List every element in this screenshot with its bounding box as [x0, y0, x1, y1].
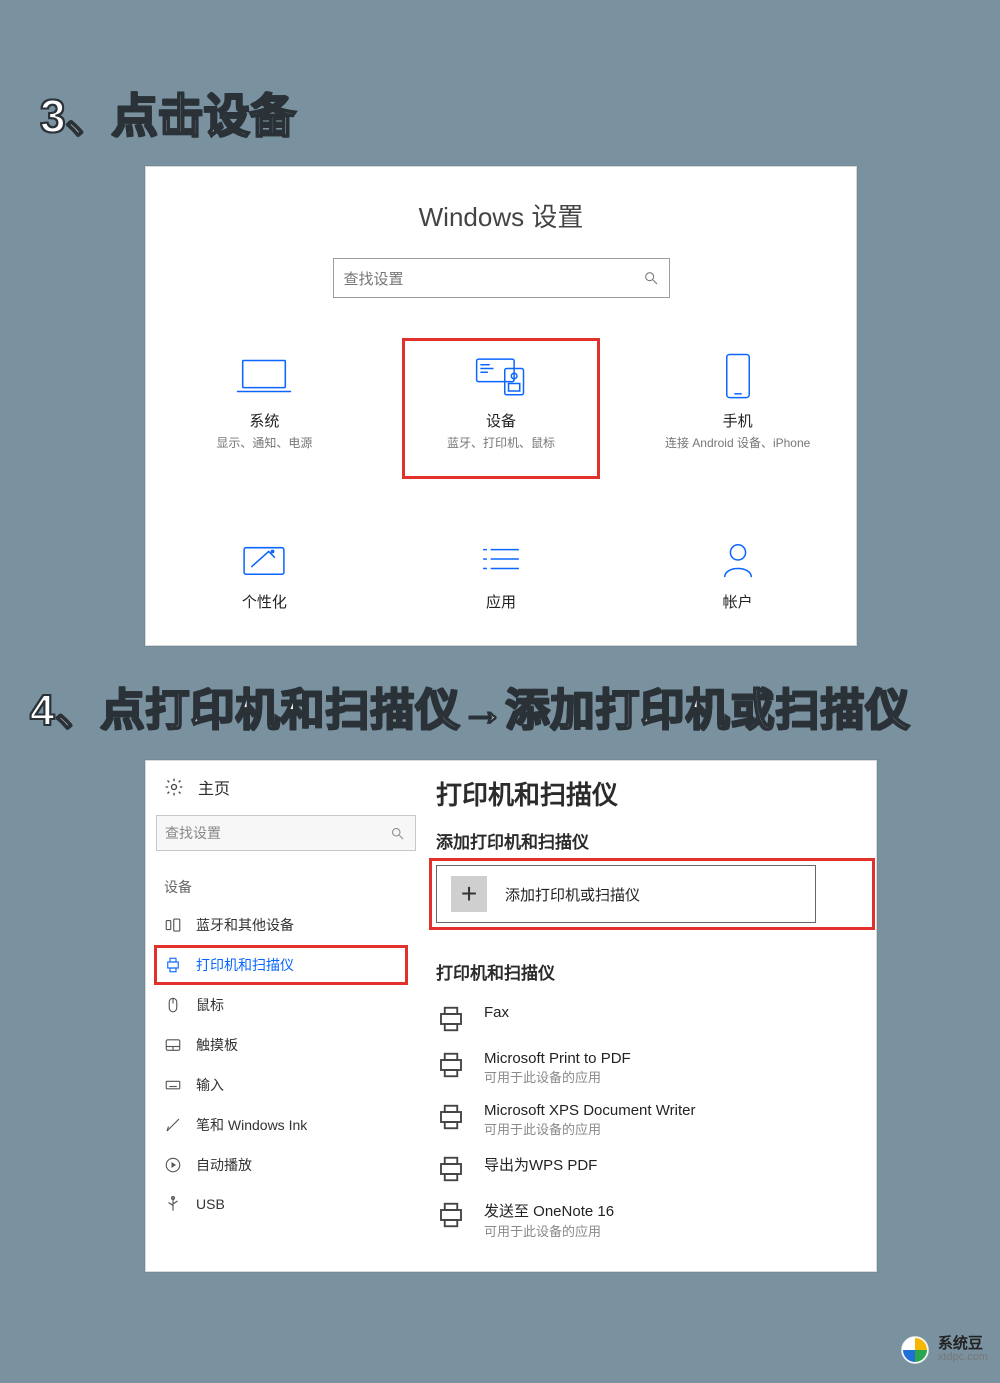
settings-search-input[interactable]: 查找设置 — [333, 258, 670, 298]
step-4-heading: 4、点打印机和扫描仪→添加打印机或扫描仪 — [30, 674, 1000, 738]
printer-icon — [436, 1004, 466, 1034]
home-link[interactable]: 主页 — [146, 761, 426, 803]
section-list-heading: 打印机和扫描仪 — [436, 959, 876, 984]
nav-typing-label: 输入 — [196, 1075, 224, 1095]
tile-system-title: 系统 — [169, 410, 359, 431]
tile-phone-title: 手机 — [643, 410, 833, 431]
sidebar-search-input[interactable]: 查找设置 — [156, 815, 416, 851]
printer-icon — [436, 1154, 466, 1184]
printer-item[interactable]: Fax — [436, 996, 876, 1042]
printer-item[interactable]: 发送至 OneNote 16 可用于此设备的应用 — [436, 1192, 876, 1248]
search-icon — [390, 826, 405, 841]
phone-icon — [643, 348, 833, 404]
home-label: 主页 — [198, 775, 230, 799]
nav-mouse[interactable]: 鼠标 — [146, 985, 426, 1025]
tile-phone[interactable]: 手机 连接 Android 设备、iPhone — [639, 338, 837, 479]
sidebar-category: 设备 — [164, 877, 426, 897]
printer-item[interactable]: Microsoft Print to PDF 可用于此设备的应用 — [436, 1042, 876, 1094]
printer-name: 导出为WPS PDF — [484, 1154, 597, 1175]
nav-pen[interactable]: 笔和 Windows Ink — [146, 1105, 426, 1145]
nav-bluetooth[interactable]: 蓝牙和其他设备 — [146, 905, 426, 945]
add-printer-label: 添加打印机或扫描仪 — [505, 884, 640, 905]
nav-autoplay[interactable]: 自动播放 — [146, 1145, 426, 1185]
printer-icon — [164, 956, 182, 974]
page-header: 打印机和扫描仪 — [436, 775, 876, 812]
tile-devices-title: 设备 — [406, 410, 596, 431]
nav-touchpad-label: 触摸板 — [196, 1035, 238, 1055]
tile-phone-sub: 连接 Android 设备、iPhone — [643, 435, 833, 452]
nav-bluetooth-label: 蓝牙和其他设备 — [196, 915, 294, 935]
printer-item[interactable]: Microsoft XPS Document Writer 可用于此设备的应用 — [436, 1094, 876, 1146]
devices-settings-panel: 主页 查找设置 设备 蓝牙和其他设备 打印机和扫描仪 鼠标 触摸板 输入 — [145, 760, 877, 1272]
sidebar-search-placeholder: 查找设置 — [157, 823, 390, 843]
settings-title: Windows 设置 — [146, 197, 856, 234]
keyboard-icon — [164, 1076, 182, 1094]
tile-personalization-title: 个性化 — [169, 591, 359, 612]
nav-touchpad[interactable]: 触摸板 — [146, 1025, 426, 1065]
search-placeholder: 查找设置 — [334, 268, 643, 289]
autoplay-icon — [164, 1156, 182, 1174]
person-icon — [643, 535, 833, 585]
nav-printers-label: 打印机和扫描仪 — [196, 955, 294, 975]
step-3-heading: 3、点击设备 — [40, 80, 1000, 146]
printer-name: Fax — [484, 1004, 509, 1021]
tile-accounts[interactable]: 帐户 — [643, 535, 833, 616]
tile-personalization[interactable]: 个性化 — [169, 535, 359, 616]
personalization-icon — [169, 535, 359, 585]
nav-mouse-label: 鼠标 — [196, 995, 224, 1015]
laptop-icon — [169, 348, 359, 404]
touchpad-icon — [164, 1036, 182, 1054]
printer-sub: 可用于此设备的应用 — [484, 1067, 631, 1086]
tile-system-sub: 显示、通知、电源 — [169, 435, 359, 452]
printer-name: Microsoft Print to PDF — [484, 1050, 631, 1067]
devices-icon — [406, 348, 596, 404]
section-add-heading: 添加打印机和扫描仪 — [436, 828, 876, 853]
watermark-url: xtdpc.com — [938, 1352, 988, 1364]
settings-content: 打印机和扫描仪 添加打印机和扫描仪 + 添加打印机或扫描仪 打印机和扫描仪 Fa… — [426, 761, 876, 1271]
pen-icon — [164, 1116, 182, 1134]
nav-pen-label: 笔和 Windows Ink — [196, 1115, 307, 1135]
watermark-brand: 系统豆 — [938, 1336, 988, 1352]
printer-sub: 可用于此设备的应用 — [484, 1119, 695, 1138]
printer-icon — [436, 1200, 466, 1230]
windows-settings-panel: Windows 设置 查找设置 系统 显示、通知、电源 设备 蓝牙、打印机、鼠标 — [145, 166, 857, 646]
nav-printers[interactable]: 打印机和扫描仪 — [146, 945, 426, 985]
mouse-icon — [164, 996, 182, 1014]
tile-apps-title: 应用 — [406, 591, 596, 612]
nav-typing[interactable]: 输入 — [146, 1065, 426, 1105]
search-icon — [643, 270, 659, 286]
nav-autoplay-label: 自动播放 — [196, 1155, 252, 1175]
printer-icon — [436, 1050, 466, 1080]
gear-icon — [164, 777, 184, 797]
settings-sidebar: 主页 查找设置 设备 蓝牙和其他设备 打印机和扫描仪 鼠标 触摸板 输入 — [146, 761, 426, 1271]
tile-system[interactable]: 系统 显示、通知、电源 — [165, 338, 363, 479]
tile-devices[interactable]: 设备 蓝牙、打印机、鼠标 — [402, 338, 600, 479]
nav-usb[interactable]: USB — [146, 1185, 426, 1223]
printer-name: 发送至 OneNote 16 — [484, 1200, 614, 1221]
printer-icon — [436, 1102, 466, 1132]
watermark-logo-icon — [900, 1335, 930, 1365]
plus-icon: + — [451, 876, 487, 912]
nav-usb-label: USB — [196, 1196, 225, 1212]
printer-name: Microsoft XPS Document Writer — [484, 1102, 695, 1119]
tile-accounts-title: 帐户 — [643, 591, 833, 612]
add-printer-button[interactable]: + 添加打印机或扫描仪 — [436, 865, 816, 923]
tile-apps[interactable]: 应用 — [406, 535, 596, 616]
tile-devices-sub: 蓝牙、打印机、鼠标 — [406, 435, 596, 452]
usb-icon — [164, 1195, 182, 1213]
printer-item[interactable]: 导出为WPS PDF — [436, 1146, 876, 1192]
watermark: 系统豆 xtdpc.com — [900, 1335, 988, 1365]
printer-sub: 可用于此设备的应用 — [484, 1221, 614, 1240]
bluetooth-icon — [164, 916, 182, 934]
apps-icon — [406, 535, 596, 585]
